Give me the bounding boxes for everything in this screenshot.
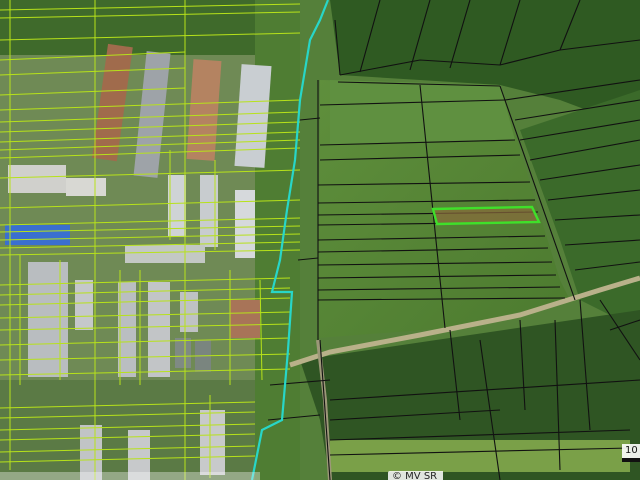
- building-roof: [148, 282, 170, 377]
- building-roof: [118, 282, 136, 377]
- building-roof: [168, 175, 186, 237]
- building-roof: [125, 245, 205, 263]
- scale-label: 10: [622, 444, 640, 458]
- selected-parcel[interactable]: [431, 205, 541, 226]
- building-roof: [66, 178, 106, 196]
- map-canvas[interactable]: [0, 0, 640, 480]
- building-roof: [200, 410, 225, 475]
- building-roof: [5, 225, 70, 245]
- building-roof: [175, 338, 191, 368]
- building-roof: [230, 300, 260, 338]
- building-roof: [75, 280, 93, 330]
- map-attribution: © MV SR: [388, 471, 444, 480]
- field-bottom-light: [330, 440, 630, 472]
- building-roof: [8, 165, 66, 193]
- building-roof: [235, 190, 255, 258]
- map-view[interactable]: © MV SR 10: [0, 0, 640, 480]
- scale-bar: [622, 458, 640, 462]
- attribution-bar: [0, 472, 260, 480]
